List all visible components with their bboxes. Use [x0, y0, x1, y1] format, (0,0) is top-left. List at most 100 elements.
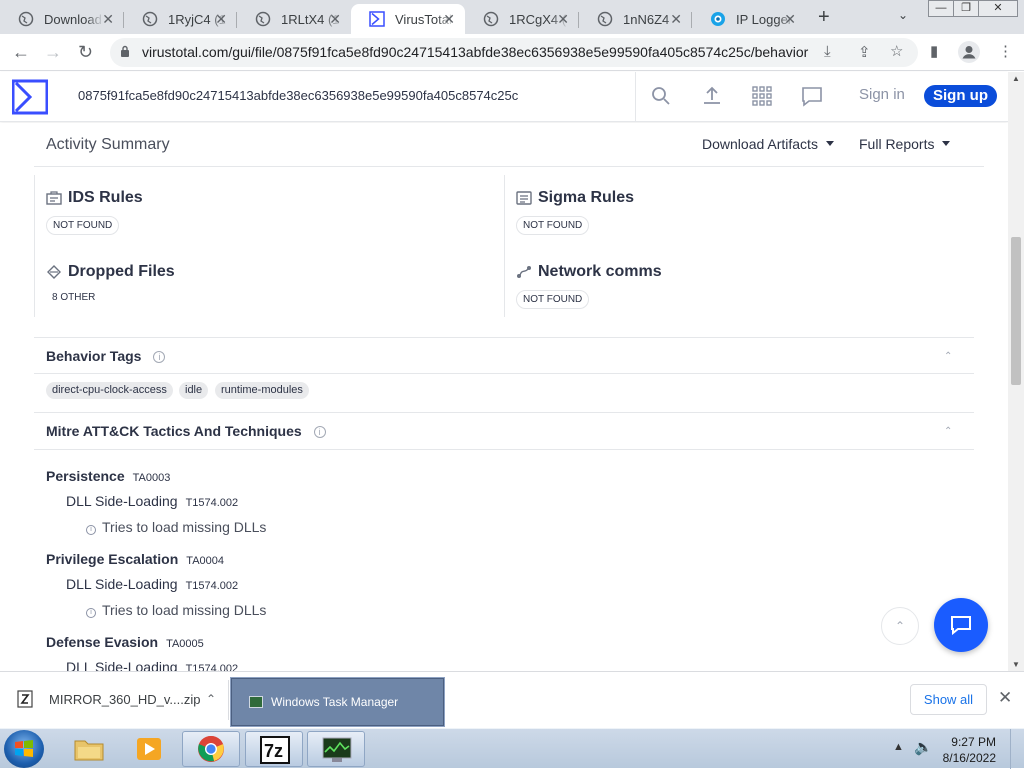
behavior-tags-heading[interactable]: Behavior Tags i: [46, 348, 166, 364]
scrollbar-thumb[interactable]: [1011, 237, 1021, 385]
signature-row: i Tries to load missing DLLs: [86, 602, 266, 618]
browser-tab[interactable]: 1RyjC4 (1 ✕: [124, 4, 237, 34]
close-tab-icon[interactable]: ✕: [557, 11, 569, 28]
tactic-id[interactable]: TA0004: [186, 555, 224, 567]
minimize-button[interactable]: —: [928, 0, 954, 17]
show-all-downloads-button[interactable]: Show all: [910, 684, 987, 715]
close-tab-icon[interactable]: ✕: [102, 11, 114, 28]
chat-bubble-icon[interactable]: [800, 84, 824, 108]
browser-tab-active[interactable]: VirusTotal ✕: [351, 4, 465, 34]
technique-row[interactable]: DLL Side-Loading T1574.002: [66, 493, 238, 509]
taskbar-chrome[interactable]: [182, 731, 240, 767]
forward-arrow-icon[interactable]: →: [44, 42, 62, 63]
mitre-heading[interactable]: Mitre ATT&CK Tactics And Techniques i: [46, 423, 326, 439]
side-panel-icon[interactable]: ▮: [930, 42, 938, 60]
browser-toolbar: ← → ↻ virustotal.com/gui/file/0875f91fca…: [0, 34, 1024, 71]
apps-grid-icon[interactable]: [750, 84, 774, 108]
browser-tab[interactable]: 1nN6Z4 ✕: [579, 4, 692, 34]
windows-taskbar: 7z ▲ 🔈 9:27 PM 8/16/2022: [0, 728, 1024, 769]
divider: [34, 373, 974, 374]
close-tab-icon[interactable]: ✕: [443, 11, 455, 28]
close-tab-icon[interactable]: ✕: [670, 11, 682, 28]
virustotal-logo[interactable]: [12, 79, 48, 115]
technique-id[interactable]: T1574.002: [186, 663, 239, 671]
taskbar-7zip[interactable]: 7z: [245, 731, 303, 767]
browser-tab[interactable]: 1RLtX4 (1 ✕: [237, 4, 351, 34]
sign-in-link[interactable]: Sign in: [859, 86, 905, 103]
download-artifacts-dropdown[interactable]: Download Artifacts: [702, 136, 834, 152]
sign-up-button[interactable]: Sign up: [924, 85, 997, 107]
volume-icon[interactable]: 🔈: [914, 738, 933, 756]
divider: [34, 175, 35, 317]
browser-tab[interactable]: IP Logger ✕: [692, 4, 806, 34]
collapse-caret-icon[interactable]: ⌃: [944, 351, 952, 362]
dropped-files-count[interactable]: 8 OTHER: [46, 289, 102, 308]
technique-row[interactable]: DLL Side-Loading T1574.002: [66, 576, 238, 592]
scroll-down-arrow-icon[interactable]: ▼: [1012, 660, 1020, 669]
kebab-menu-icon[interactable]: ⋮: [998, 42, 1013, 60]
chat-support-button[interactable]: [934, 598, 988, 652]
url-text[interactable]: virustotal.com/gui/file/0875f91fca5e8fd9…: [142, 44, 808, 60]
system-clock[interactable]: 9:27 PM 8/16/2022: [938, 734, 996, 766]
tactic-heading[interactable]: Defense Evasion TA0005: [46, 634, 204, 650]
collapse-caret-icon[interactable]: ⌃: [944, 426, 952, 437]
sigma-rules-status: NOT FOUND: [516, 216, 590, 235]
close-window-button[interactable]: ✕: [978, 0, 1018, 17]
taskbar-explorer[interactable]: [60, 731, 118, 767]
info-icon[interactable]: i: [153, 351, 166, 363]
tactic-id[interactable]: TA0003: [133, 472, 171, 484]
close-tab-icon[interactable]: ✕: [784, 11, 796, 28]
search-input[interactable]: 0875f91fca5e8fd90c24715413abfde38ec63569…: [78, 88, 518, 103]
back-arrow-icon[interactable]: ←: [12, 42, 30, 63]
restore-button[interactable]: ❐: [953, 0, 979, 17]
behavior-tags-title: Behavior Tags: [46, 348, 142, 364]
technique-row[interactable]: DLL Side-Loading T1574.002: [66, 659, 238, 671]
technique-id[interactable]: T1574.002: [186, 497, 239, 509]
search-icon[interactable]: [649, 84, 673, 108]
chevron-up-icon[interactable]: ⌃: [206, 692, 216, 706]
taskbar-media-player[interactable]: [120, 731, 178, 767]
scroll-to-top-button[interactable]: ⌃: [881, 607, 919, 645]
scroll-up-arrow-icon[interactable]: ▲: [1012, 74, 1020, 83]
behavior-tag[interactable]: direct-cpu-clock-access: [46, 382, 173, 399]
globe-icon: [483, 11, 499, 27]
reload-icon[interactable]: ↻: [78, 42, 93, 63]
clock-date: 8/16/2022: [942, 751, 996, 765]
bookmark-star-icon[interactable]: ☆: [890, 42, 903, 60]
virustotal-icon: [369, 11, 385, 27]
download-item[interactable]: MIRROR_360_HD_v....zip: [16, 690, 200, 708]
divider: [34, 166, 984, 167]
show-desktop-button[interactable]: [1010, 729, 1024, 769]
start-button[interactable]: [4, 730, 44, 768]
address-bar[interactable]: virustotal.com/gui/file/0875f91fca5e8fd9…: [110, 38, 918, 67]
taskbar-task-manager[interactable]: [307, 731, 365, 767]
technique-id[interactable]: T1574.002: [186, 580, 239, 592]
network-comms-icon: [517, 266, 531, 278]
tactic-heading[interactable]: Privilege Escalation TA0004: [46, 551, 224, 567]
close-download-bar-icon[interactable]: ✕: [998, 688, 1012, 708]
tray-expand-icon[interactable]: ▲: [893, 741, 904, 753]
info-icon[interactable]: i: [313, 426, 326, 438]
tactic-heading[interactable]: Persistence TA0003: [46, 468, 170, 484]
browser-tab-strip: Download ✕ 1RyjC4 (1 ✕ 1RLtX4 (1 ✕ Virus…: [0, 0, 1024, 34]
sigma-rules-title: Sigma Rules: [538, 189, 635, 206]
full-reports-dropdown[interactable]: Full Reports: [859, 136, 950, 152]
behavior-tag[interactable]: idle: [179, 382, 209, 399]
tab-search-chevron-icon[interactable]: ⌄: [898, 8, 908, 22]
upload-icon[interactable]: [700, 84, 724, 108]
new-tab-button[interactable]: +: [818, 6, 830, 29]
network-comms-title: Network comms: [538, 263, 662, 280]
info-icon: i: [86, 608, 96, 618]
browser-tab[interactable]: 1RCgX4 ( ✕: [465, 4, 579, 34]
taskbar-preview-popup[interactable]: Windows Task Manager: [230, 677, 445, 727]
chrome-icon: [198, 736, 224, 762]
install-app-icon[interactable]: ⤓: [824, 43, 831, 60]
close-tab-icon[interactable]: ✕: [329, 11, 341, 28]
share-icon[interactable]: ⇪: [858, 43, 871, 61]
profile-avatar-icon[interactable]: [958, 41, 980, 63]
browser-tab[interactable]: Download ✕: [0, 4, 124, 34]
behavior-tag[interactable]: runtime-modules: [215, 382, 309, 399]
tactic-id[interactable]: TA0005: [166, 638, 204, 650]
page-scrollbar[interactable]: ▲ ▼: [1008, 72, 1024, 671]
close-tab-icon[interactable]: ✕: [215, 11, 227, 28]
